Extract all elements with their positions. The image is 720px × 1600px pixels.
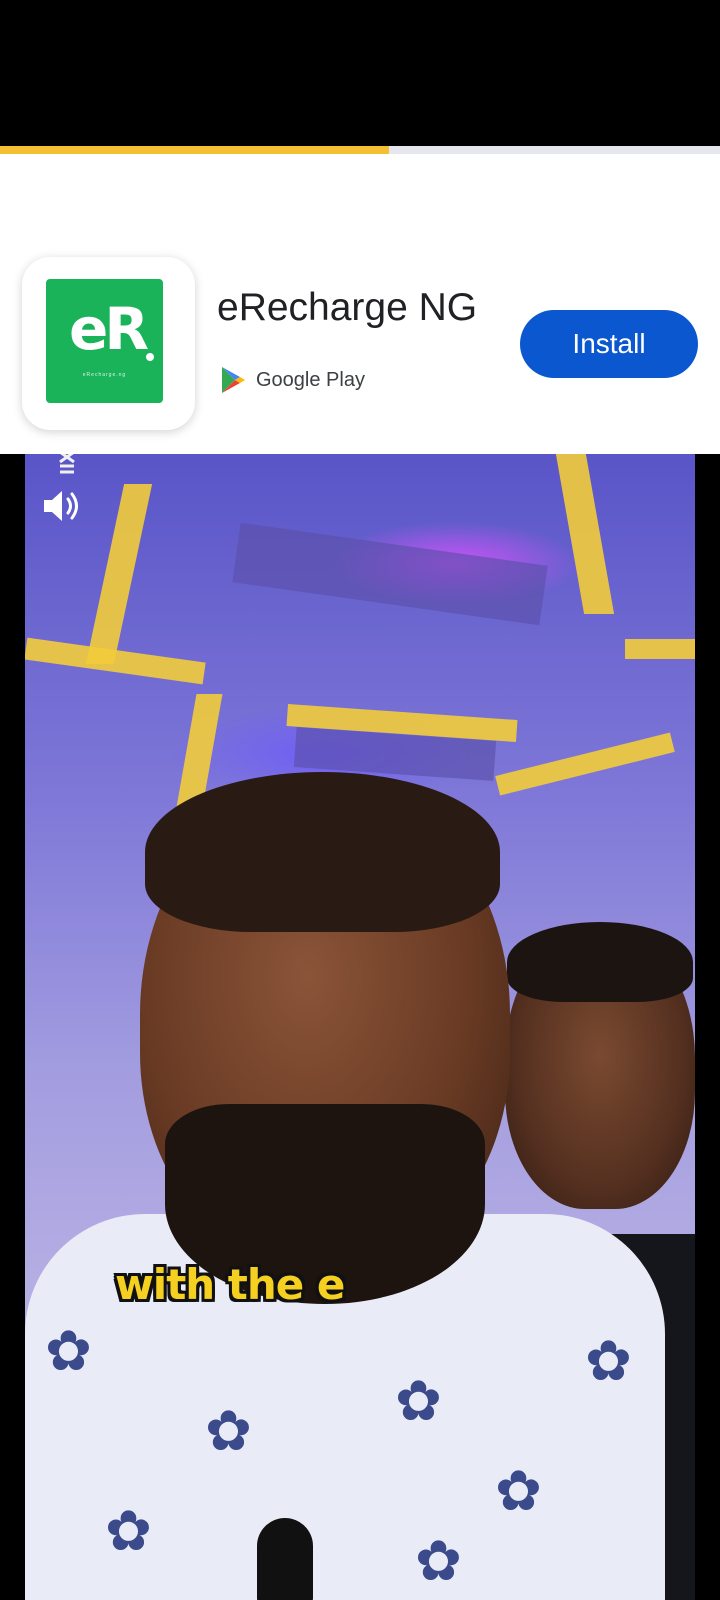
ceiling-panel (232, 522, 548, 626)
flower-pattern: ✿ (105, 1499, 152, 1564)
main-person-hair (145, 772, 500, 932)
ceiling-light (495, 732, 675, 796)
app-icon-card[interactable]: eR eRecharge.ng (22, 257, 195, 430)
second-person-hair (507, 922, 693, 1002)
logo-subtext: eRecharge.ng (82, 372, 127, 378)
ceiling-light (85, 484, 153, 664)
store-label: Google Play (256, 368, 365, 391)
flower-pattern: ✿ (205, 1399, 252, 1464)
flower-pattern: ✿ (585, 1329, 632, 1394)
volume-icon[interactable] (40, 484, 84, 528)
logo-dot (146, 353, 154, 361)
flower-pattern: ✿ (495, 1459, 542, 1524)
store-row: Google Play (220, 365, 365, 395)
install-button[interactable]: Install (520, 310, 698, 378)
video-caption: with the e (115, 1260, 345, 1309)
ceiling-light (625, 639, 695, 659)
flower-pattern: ✿ (45, 1319, 92, 1384)
flower-pattern: ✿ (395, 1369, 442, 1434)
ceiling-light (555, 454, 615, 614)
app-name[interactable]: eRecharge NG (217, 286, 477, 330)
erecharge-logo-icon: eR eRecharge.ng (46, 279, 163, 403)
capcut-watermark-icon (59, 454, 75, 474)
top-black-bar (0, 0, 720, 146)
google-play-icon (222, 367, 245, 393)
video-progress-bar[interactable] (0, 146, 720, 154)
microphone (257, 1518, 313, 1600)
app-install-ad-banner[interactable]: eR eRecharge.ng eRecharge NG Google Play… (0, 154, 720, 454)
video-player[interactable]: ✿ ✿ ✿ ✿ ✿ ✿ ✿ with the e (25, 454, 695, 1600)
video-progress-fill (0, 146, 389, 154)
flower-pattern: ✿ (415, 1529, 462, 1594)
